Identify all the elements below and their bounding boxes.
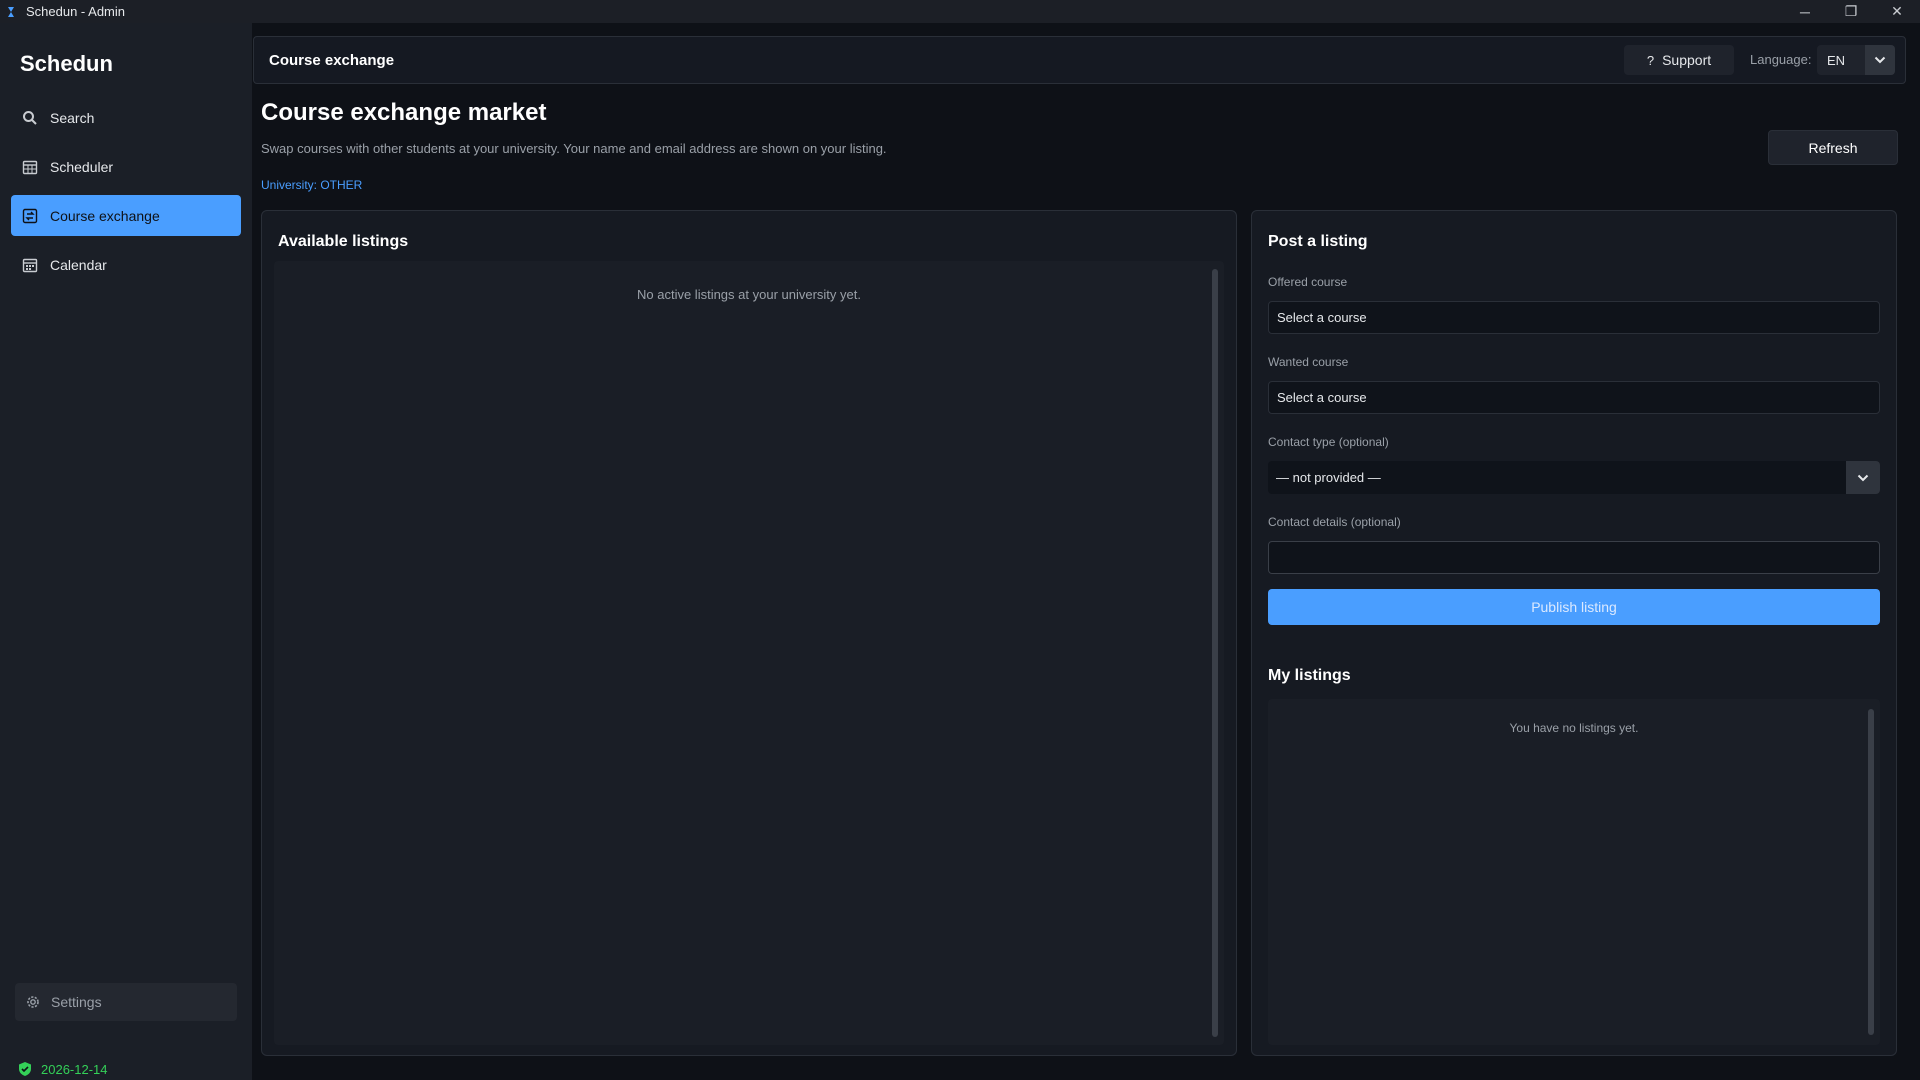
wanted-course-label: Wanted course bbox=[1268, 355, 1349, 369]
title-bar: Schedun - Admin ─ ❐ ✕ bbox=[0, 0, 1920, 23]
settings-label: Settings bbox=[51, 994, 102, 1010]
contact-type-value: — not provided — bbox=[1276, 470, 1381, 485]
my-listings-list: You have no listings yet. bbox=[1268, 699, 1880, 1045]
sidebar-item-label: Calendar bbox=[50, 256, 107, 273]
sidebar-item-label: Search bbox=[50, 109, 95, 126]
offered-course-label: Offered course bbox=[1268, 275, 1348, 289]
sidebar-item-course-exchange[interactable]: Course exchange bbox=[11, 195, 241, 236]
help-icon: ? bbox=[1646, 52, 1655, 68]
contact-details-label: Contact details (optional) bbox=[1268, 515, 1401, 529]
page-subtitle: Swap courses with other students at your… bbox=[261, 141, 887, 156]
contact-details-input[interactable] bbox=[1268, 541, 1880, 574]
post-listing-panel: Post a listing Offered course Select a c… bbox=[1251, 210, 1897, 1056]
app-logo-icon bbox=[6, 5, 20, 19]
my-listings-empty-message: You have no listings yet. bbox=[1509, 721, 1639, 735]
breadcrumb: Course exchange bbox=[269, 51, 395, 69]
offered-course-input[interactable]: Select a course bbox=[1268, 301, 1880, 334]
minimize-button[interactable]: ─ bbox=[1782, 0, 1828, 23]
search-icon bbox=[22, 110, 38, 126]
close-button[interactable]: ✕ bbox=[1874, 0, 1920, 23]
restore-button[interactable]: ❐ bbox=[1828, 0, 1874, 23]
language-select[interactable]: EN bbox=[1817, 45, 1895, 75]
contact-type-label: Contact type (optional) bbox=[1268, 435, 1389, 449]
status-indicator: 2026-12-14 bbox=[17, 1061, 108, 1077]
available-empty-message: No active listings at your university ye… bbox=[637, 287, 861, 302]
shield-check-icon bbox=[17, 1061, 33, 1077]
support-label: Support bbox=[1662, 52, 1712, 68]
exchange-icon bbox=[22, 208, 38, 224]
page-title: Course exchange market bbox=[261, 99, 547, 126]
calendar-grid-icon bbox=[22, 159, 38, 175]
available-listings-list: No active listings at your university ye… bbox=[274, 261, 1224, 1045]
window-controls: ─ ❐ ✕ bbox=[1782, 0, 1920, 23]
university-link[interactable]: University: OTHER bbox=[261, 178, 362, 192]
refresh-button[interactable]: Refresh bbox=[1768, 130, 1898, 165]
sidebar-item-calendar[interactable]: Calendar bbox=[11, 244, 241, 285]
available-scrollbar[interactable] bbox=[1212, 269, 1218, 1037]
available-listings-panel: Available listings No active listings at… bbox=[261, 210, 1237, 1056]
chevron-down-icon[interactable] bbox=[1865, 45, 1895, 75]
calendar-icon bbox=[22, 257, 38, 273]
support-button[interactable]: ? Support bbox=[1624, 45, 1734, 75]
available-listings-title: Available listings bbox=[278, 233, 409, 250]
sidebar-item-label: Course exchange bbox=[50, 207, 160, 224]
my-listings-scrollbar[interactable] bbox=[1868, 709, 1874, 1035]
chevron-down-icon[interactable] bbox=[1846, 461, 1880, 494]
language-value: EN bbox=[1827, 52, 1846, 68]
gear-icon bbox=[25, 994, 41, 1010]
sidebar-item-scheduler[interactable]: Scheduler bbox=[11, 146, 241, 187]
settings-button[interactable]: Settings bbox=[15, 983, 237, 1021]
contact-type-select[interactable]: — not provided — bbox=[1268, 461, 1880, 494]
window-title: Schedun - Admin bbox=[26, 4, 126, 19]
sidebar: Schedun Search Scheduler Course exchange… bbox=[0, 23, 252, 1080]
wanted-course-input[interactable]: Select a course bbox=[1268, 381, 1880, 414]
top-header: Course exchange ? Support Language: EN bbox=[253, 36, 1906, 84]
post-listing-title: Post a listing bbox=[1268, 233, 1368, 250]
my-listings-title: My listings bbox=[1268, 667, 1351, 684]
sidebar-item-label: Scheduler bbox=[50, 158, 114, 175]
brand-title: Schedun bbox=[20, 51, 113, 76]
publish-listing-button[interactable]: Publish listing bbox=[1268, 589, 1880, 625]
language-label: Language: bbox=[1750, 52, 1812, 67]
sidebar-item-search[interactable]: Search bbox=[11, 97, 241, 138]
status-date: 2026-12-14 bbox=[41, 1061, 108, 1077]
